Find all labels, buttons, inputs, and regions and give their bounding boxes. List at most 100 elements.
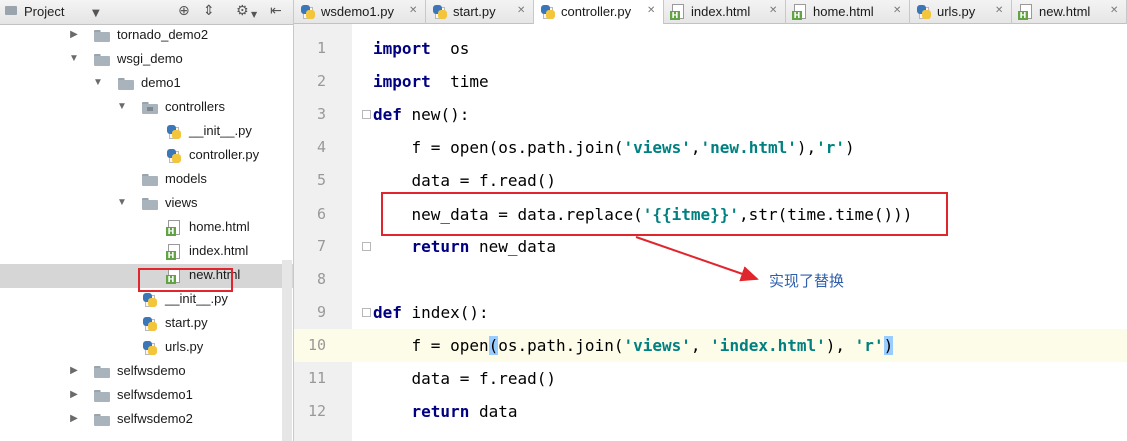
tree-item-label: controllers (165, 99, 225, 114)
fold-end-icon[interactable] (362, 242, 371, 251)
keyword-token: return (411, 402, 470, 421)
tree-item-label: demo1 (141, 75, 181, 90)
python-file-icon (166, 148, 182, 164)
code-line[interactable]: def new(): (373, 98, 469, 131)
chevron-down-icon[interactable]: ▼ (68, 52, 80, 66)
code-line[interactable]: f = open(os.path.join('views','new.html'… (373, 131, 855, 164)
editor-tab[interactable]: controller.py ✕ (534, 0, 664, 25)
chevron-down-icon[interactable]: ▼ (92, 76, 104, 90)
code-line[interactable]: data = f.read() (373, 362, 557, 395)
chevron-right-icon[interactable]: ▶ (68, 388, 80, 402)
project-panel-title: Project (24, 4, 65, 19)
editor-tab[interactable]: Hnew.html ✕ (1012, 0, 1127, 24)
line-number: 1 (316, 39, 326, 57)
close-tab-icon[interactable]: ✕ (995, 5, 1003, 16)
code-line[interactable]: import time (373, 65, 489, 98)
editor-tab[interactable]: Hhome.html ✕ (786, 0, 910, 24)
keyword-token: import (373, 72, 431, 91)
fold-start-icon[interactable] (362, 308, 371, 317)
fold-start-icon[interactable] (362, 110, 371, 119)
tree-item[interactable]: controller.py (0, 144, 293, 168)
tree-item[interactable]: ▶ selfwsdemo (0, 360, 293, 384)
python-file-icon (540, 4, 556, 20)
code-token: , (690, 138, 701, 157)
chevron-down-icon[interactable]: ▼ (116, 196, 128, 210)
editor-tab[interactable]: Hindex.html ✕ (664, 0, 786, 24)
tree-item[interactable]: ▶ tornado_demo2 (0, 24, 293, 48)
html-file-icon: H (670, 4, 686, 20)
editor-tab[interactable]: start.py ✕ (426, 0, 534, 24)
code-line[interactable]: import os (373, 32, 469, 65)
folder-icon (94, 366, 110, 378)
settings-dropdown-icon[interactable]: ▼ (251, 7, 257, 23)
line-number: 3 (316, 105, 326, 123)
tree-item[interactable]: Hindex.html (0, 240, 293, 264)
tree-item-label: start.py (165, 315, 208, 330)
folder-icon (94, 54, 110, 66)
editor-tab[interactable]: urls.py ✕ (910, 0, 1012, 24)
tree-item[interactable]: __init__.py (0, 120, 293, 144)
line-number: 11 (307, 369, 326, 387)
tree-item[interactable]: ▶ selfwsdemo2 (0, 408, 293, 432)
string-token: 'views' (623, 336, 691, 355)
close-tab-icon[interactable]: ✕ (1110, 5, 1118, 16)
tree-item[interactable]: ▼ wsgi_demo (0, 48, 293, 72)
line-number: 9 (316, 303, 326, 321)
line-number: 5 (316, 171, 326, 189)
code-line[interactable]: f = open(os.path.join('views', 'index.ht… (373, 329, 894, 362)
tree-item[interactable]: Hhome.html (0, 216, 293, 240)
code-token: data (469, 402, 518, 421)
tree-item[interactable]: ▼ views (0, 192, 293, 216)
locate-target-icon[interactable]: ⊕ (178, 3, 190, 19)
code-token: time (430, 72, 489, 91)
tree-item-label: tornado_demo2 (117, 27, 209, 42)
collapse-all-icon[interactable]: ⇕ (203, 3, 215, 19)
tree-item[interactable]: urls.py (0, 336, 293, 360)
string-token: 'r' (854, 336, 884, 355)
chevron-right-icon[interactable]: ▶ (68, 412, 80, 426)
tree-item[interactable]: ▼ controllers (0, 96, 293, 120)
tree-item[interactable]: models (0, 168, 293, 192)
code-token: ), (796, 138, 817, 157)
editor-tab-label: controller.py (561, 4, 632, 19)
code-line[interactable]: def index(): (373, 296, 489, 329)
editor-tab-label: home.html (813, 4, 874, 19)
close-tab-icon[interactable]: ✕ (517, 5, 525, 16)
line-number: 2 (316, 72, 326, 90)
keyword-token: def (373, 303, 402, 322)
folder-icon (94, 390, 110, 402)
code-token: f = open(os.path.join( (373, 138, 624, 157)
folder-icon (94, 414, 110, 426)
code-line[interactable]: return data (373, 395, 518, 428)
tree-item[interactable]: ▼ demo1 (0, 72, 293, 96)
line-number: 8 (316, 270, 326, 288)
line-number: 4 (316, 138, 326, 156)
chevron-down-icon[interactable]: ▼ (116, 100, 128, 114)
code-token: , (690, 336, 711, 355)
project-view-dropdown-icon[interactable]: ▼ (92, 6, 100, 22)
folder-icon (118, 78, 134, 90)
tree-scrollbar[interactable] (282, 260, 292, 441)
editor-tab[interactable]: wsdemo1.py ✕ (294, 0, 426, 24)
hide-panel-icon[interactable]: ⇤ (270, 3, 282, 19)
line-number: 10 (307, 336, 326, 354)
close-tab-icon[interactable]: ✕ (409, 5, 417, 16)
keyword-token: return (411, 237, 470, 256)
editor-tab-bar: wsdemo1.py ✕ start.py ✕ controller.py ✕ Hindex… (294, 0, 1127, 25)
python-file-icon (142, 340, 158, 356)
tree-item[interactable]: start.py (0, 312, 293, 336)
close-tab-icon[interactable]: ✕ (647, 5, 655, 16)
chevron-right-icon[interactable]: ▶ (68, 364, 80, 378)
string-token: 'views' (623, 138, 691, 157)
python-file-icon (166, 124, 182, 140)
chevron-right-icon[interactable]: ▶ (68, 28, 80, 42)
editor-tab-label: index.html (691, 4, 751, 19)
tree-item-label: selfwsdemo1 (117, 387, 193, 402)
tree-item[interactable]: ▶ selfwsdemo1 (0, 384, 293, 408)
close-tab-icon[interactable]: ✕ (893, 5, 901, 16)
tree-item-label: selfwsdemo2 (117, 411, 193, 426)
html-file-icon: H (166, 220, 182, 236)
settings-gear-icon[interactable]: ⚙ (236, 3, 249, 19)
close-tab-icon[interactable]: ✕ (769, 5, 777, 16)
